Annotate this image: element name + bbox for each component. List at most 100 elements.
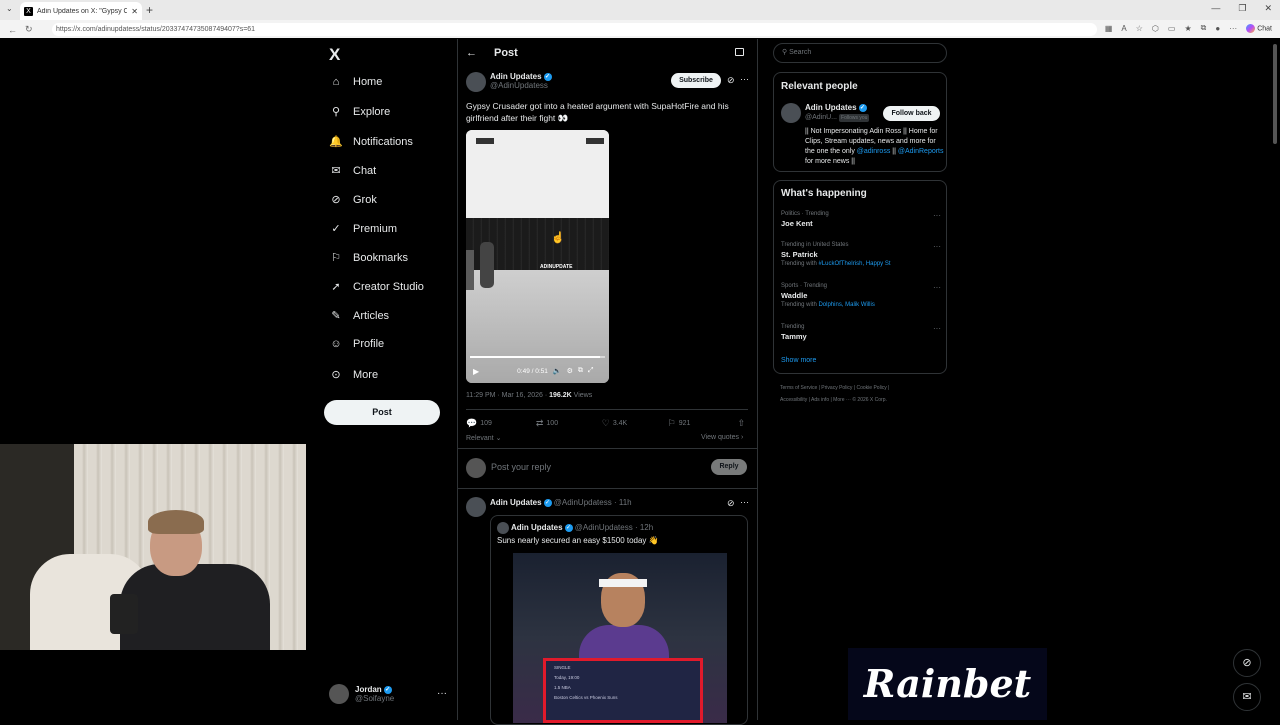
minimize-icon[interactable]: — — [1211, 3, 1220, 14]
account-switcher[interactable]: Jordan ✓ @Soifayne ··· — [329, 684, 447, 704]
quoted-tweet[interactable]: Adin Updates ✓ @AdinUpdatess · 12h Suns n… — [490, 515, 748, 725]
profile-avatar-icon[interactable]: ● — [1215, 24, 1220, 33]
volume-icon[interactable]: 🔈 — [553, 367, 562, 375]
copilot-chat-button[interactable]: Chat — [1246, 23, 1272, 33]
nav-item-more[interactable]: ⊙ More — [329, 368, 379, 382]
compose-post-button[interactable]: Post — [324, 400, 440, 425]
reload-icon[interactable]: ↻ — [25, 24, 33, 35]
nav-item-creator-studio[interactable]: ➚ Creator Studio — [329, 280, 424, 294]
headband — [599, 579, 647, 587]
reply-button[interactable]: Reply — [711, 459, 747, 475]
footer-links[interactable]: Accessibility | Ads info | More ··· © 20… — [780, 394, 950, 406]
nav-item-explore[interactable]: ⚲ Explore — [329, 105, 390, 119]
person-name[interactable]: Adin Updates — [805, 103, 857, 112]
bookmark-action[interactable]: ⚐ 921 — [668, 418, 738, 429]
extensions-icon[interactable]: ⬡ — [1152, 24, 1159, 33]
trend-item[interactable]: Sports · Trending Waddle Trending with Dol… — [781, 283, 941, 308]
repost-action[interactable]: ⇄ 100 — [536, 418, 602, 429]
trend-context-links[interactable]: #LuckOfTheIrish, Happy St — [818, 261, 890, 267]
nav-item-home[interactable]: ⌂ Home — [329, 76, 383, 88]
reply-action[interactable]: 💬 109 — [466, 418, 536, 429]
author-name: Adin Updates — [490, 72, 542, 81]
page-scrollbar[interactable] — [1273, 44, 1277, 144]
trend-item[interactable]: Trending in United States St. Patrick Tren… — [781, 242, 941, 267]
share-action[interactable]: ⇧ — [737, 418, 748, 429]
new-tab-button[interactable]: + — [146, 3, 153, 17]
more-options-icon[interactable]: ··· — [740, 497, 749, 507]
grok-icon[interactable]: ⊘ — [727, 498, 735, 509]
browser-tab[interactable]: X Adin Updates on X: "Gypsy Cr ✕ — [20, 2, 142, 20]
fullscreen-icon[interactable]: ⤢ — [588, 367, 594, 375]
trend-context-links[interactable]: Dolphins, Malik Willis — [818, 302, 874, 308]
x-logo[interactable]: X — [329, 45, 340, 65]
trend-item[interactable]: Politics · Trending Joe Kent ··· — [781, 211, 941, 230]
grok-icon[interactable]: ⊘ — [727, 75, 735, 86]
trend-category: Trending in United States — [781, 242, 849, 248]
quote-image[interactable]: SINGLE Today, 19:00 1.5 NBA Boston Celti… — [513, 553, 727, 723]
bookmark-count: 921 — [678, 420, 691, 427]
video-progress-bar[interactable] — [470, 356, 605, 358]
avatar[interactable] — [781, 103, 801, 123]
bio-mention-link[interactable]: @AdinReports — [898, 148, 944, 155]
more-options-icon[interactable]: ··· — [437, 688, 447, 699]
nav-item-premium[interactable]: ✓ Premium — [329, 222, 397, 236]
favorite-star-icon[interactable]: ☆ — [1136, 24, 1143, 33]
post-timestamp[interactable]: 11:29 PM · Mar 16, 2026 · — [466, 392, 549, 399]
footer-links[interactable]: Terms of Service | Privacy Policy | Cook… — [780, 382, 950, 394]
messages-floating-button[interactable]: ✉ — [1233, 683, 1261, 711]
more-options-icon[interactable]: ··· — [933, 283, 941, 292]
picture-in-picture-icon[interactable]: ⧉ — [578, 367, 583, 375]
video-controls: ▶ 0:49 / 0:51 🔈 ⚙ ⧉ ⤢ — [466, 364, 609, 378]
more-options-icon[interactable]: ··· — [933, 324, 941, 333]
nav-item-chat[interactable]: ✉ Chat — [329, 164, 376, 178]
relevant-people-panel: Relevant people Adin Updates ✓ @AdinU... F… — [773, 72, 947, 172]
settings-gear-icon[interactable]: ⚙ — [567, 367, 573, 375]
nav-item-profile[interactable]: ☺ Profile — [329, 338, 384, 350]
read-aloud-icon[interactable]: A — [1121, 24, 1126, 33]
nav-item-grok[interactable]: ⊘ Grok — [329, 193, 376, 207]
like-action[interactable]: ♡ 3.4K — [602, 418, 668, 429]
close-window-icon[interactable]: ✕ — [1264, 3, 1272, 14]
person-handle: @AdinU... — [805, 114, 838, 121]
maximize-icon[interactable]: ❐ — [1238, 3, 1246, 14]
trend-context-prefix: Trending with — [781, 302, 819, 308]
back-button[interactable]: ← — [466, 47, 477, 59]
divider — [458, 488, 757, 489]
trend-item[interactable]: Trending Tammy ··· — [781, 324, 941, 343]
play-icon[interactable]: ▶ — [473, 367, 479, 376]
copilot-icon — [1246, 23, 1256, 33]
more-options-icon[interactable]: ··· — [740, 74, 749, 84]
tab-close-icon[interactable]: ✕ — [131, 7, 138, 16]
author-meta: @AdinUpdatess · 12h — [574, 523, 654, 532]
more-options-icon[interactable]: ··· — [933, 211, 941, 220]
tab-list-chevron-icon[interactable]: ⌄ — [6, 4, 13, 13]
sort-replies-dropdown[interactable]: Relevant ⌄ — [466, 434, 501, 442]
back-arrow-icon[interactable]: ← — [8, 25, 17, 35]
nav-item-label: More — [353, 368, 379, 381]
more-options-icon[interactable]: ··· — [933, 242, 941, 251]
nav-item-notifications[interactable]: 🔔 Notifications — [329, 135, 413, 149]
nav-item-bookmarks[interactable]: ⚐ Bookmarks — [329, 251, 408, 265]
follow-back-button[interactable]: Follow back — [883, 106, 940, 121]
avatar — [497, 522, 509, 534]
post-text: Gypsy Crusader got into a heated argumen… — [466, 101, 729, 123]
reader-view-icon[interactable] — [735, 48, 744, 56]
panel-title: What's happening — [781, 188, 867, 199]
favorites-icon[interactable]: ★ — [1184, 24, 1191, 33]
split-screen-icon[interactable]: ▭ — [1168, 24, 1176, 33]
show-more-link[interactable]: Show more — [781, 357, 816, 364]
search-input[interactable]: ⚲ Search — [773, 43, 947, 63]
grok-floating-button[interactable]: ⊘ — [1233, 649, 1261, 677]
post-author[interactable]: Adin Updates ✓ @AdinUpdatess — [466, 72, 552, 92]
subscribe-button[interactable]: Subscribe — [671, 73, 721, 88]
bio-mention-link[interactable]: @adinross — [857, 148, 891, 155]
address-bar[interactable]: https://x.com/adinupdatess/status/203374… — [52, 23, 1097, 36]
video-player[interactable]: ADINUPDATE ▶ 0:49 / 0:51 🔈 ⚙ ⧉ ⤢ — [466, 130, 609, 383]
collections-icon[interactable]: ⧉ — [1201, 23, 1207, 33]
settings-more-icon[interactable]: ··· — [1229, 24, 1237, 33]
nav-item-articles[interactable]: ✎ Articles — [329, 309, 389, 323]
reply-input[interactable]: Post your reply — [491, 462, 551, 472]
apps-icon[interactable]: ▦ — [1105, 24, 1113, 33]
nav-item-label: Creator Studio — [353, 280, 424, 293]
view-quotes-link[interactable]: View quotes › — [701, 434, 743, 441]
